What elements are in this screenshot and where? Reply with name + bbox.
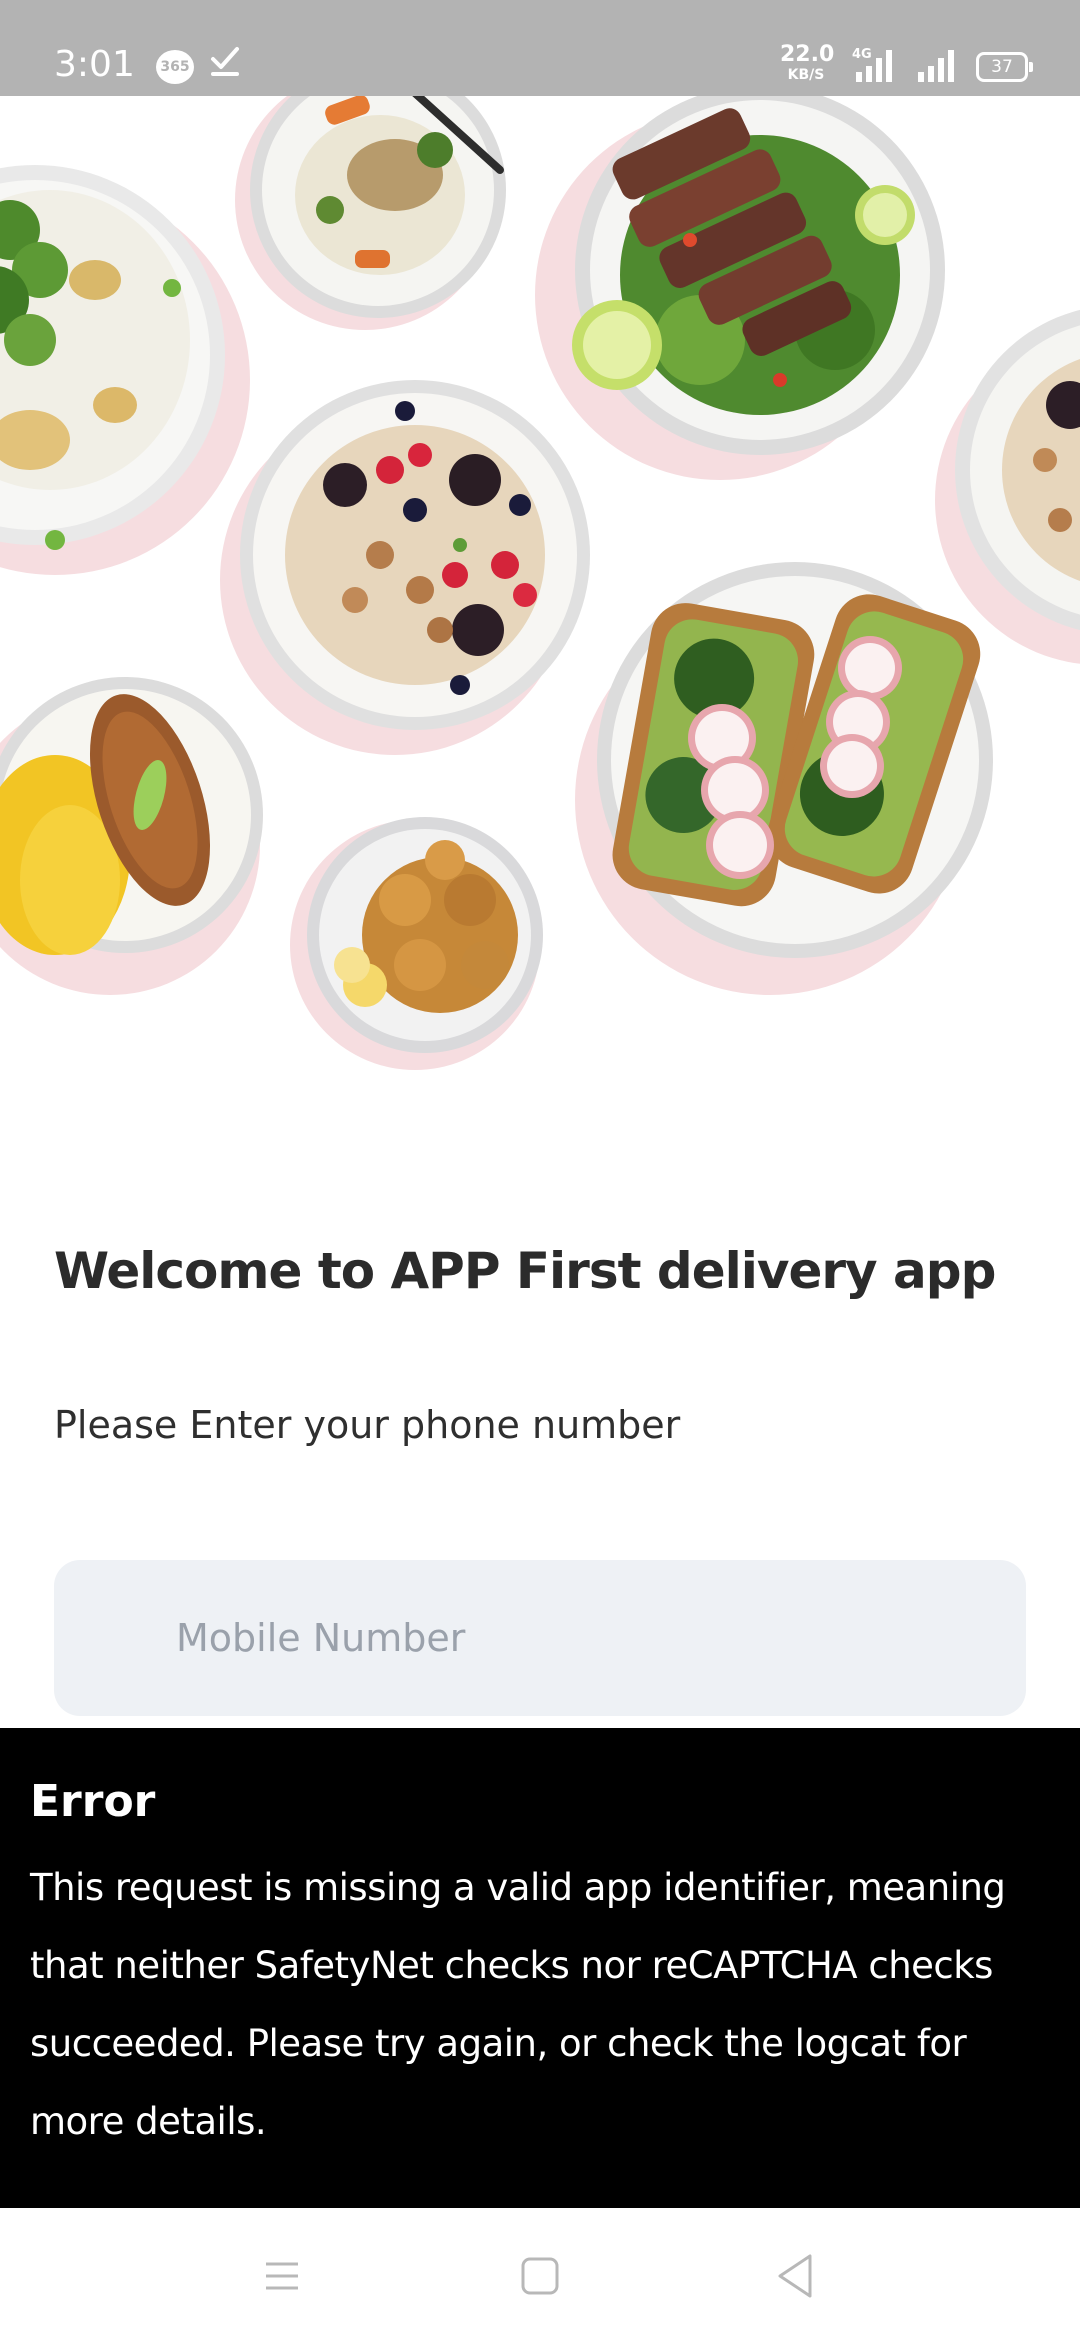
error-title: Error — [30, 1776, 156, 1827]
status-time: 3:01 — [54, 44, 135, 85]
network-speed-value: 22.0 — [780, 42, 835, 67]
plate-oatmeal-berries — [220, 380, 590, 755]
home-icon[interactable] — [510, 2246, 570, 2306]
app-365-icon: 365 — [156, 50, 194, 84]
menu-icon[interactable] — [252, 2246, 312, 2306]
plate-rice-broccoli — [0, 165, 250, 575]
network-speed: 22.0 KB/S — [780, 42, 835, 83]
plate-steak-salad — [535, 85, 945, 480]
error-panel: Error This request is missing a valid ap… — [0, 1728, 1080, 2208]
plate-chicken-bites — [290, 817, 543, 1070]
network-type-label: 4G — [852, 47, 872, 62]
food-collage-image — [0, 62, 1080, 1070]
plate-right-edge — [935, 309, 1080, 664]
plate-chicken-corn — [0, 677, 263, 995]
status-bar: 3:01 365 22.0 KB/S 4G 37 — [0, 0, 1080, 96]
error-message: This request is missing a valid app iden… — [30, 1866, 1006, 2143]
login-screen: 3:01 365 22.0 KB/S 4G 37 Welcome to APP … — [0, 0, 1080, 2340]
battery-icon: 37 — [976, 52, 1033, 82]
task-check-icon — [211, 47, 239, 76]
mobile-number-input[interactable] — [54, 1560, 1026, 1716]
network-speed-unit: KB/S — [787, 67, 825, 83]
system-nav-bar — [0, 2208, 1080, 2340]
back-icon[interactable] — [766, 2246, 826, 2306]
plate-chicken-veg — [235, 62, 506, 330]
signal-icon: 4G — [852, 47, 954, 82]
welcome-title: Welcome to APP First delivery app — [54, 1242, 996, 1300]
phone-prompt-label: Please Enter your phone number — [54, 1403, 681, 1447]
plate-avocado-toast — [575, 562, 993, 995]
